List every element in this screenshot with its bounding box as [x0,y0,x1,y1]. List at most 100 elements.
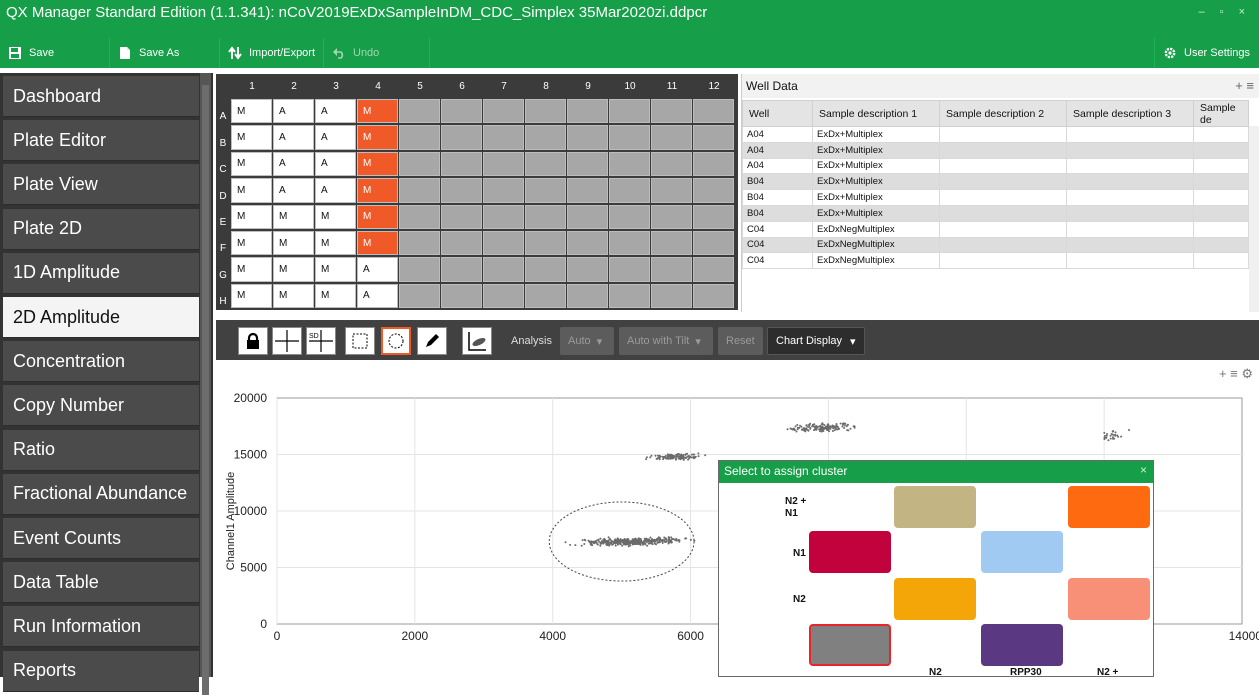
plate-well[interactable] [441,204,482,229]
plate-well[interactable]: A [357,283,398,309]
plate-row-header[interactable]: F [216,230,230,256]
plate-well[interactable] [609,125,650,150]
nav-item-2d-amplitude[interactable]: 2D Amplitude [3,297,199,338]
close-icon[interactable]: × [1140,463,1147,477]
plate-well[interactable] [483,151,524,177]
nav-item-1d-amplitude[interactable]: 1D Amplitude [3,252,199,294]
plate-row-header[interactable]: H [216,283,230,309]
plate-well[interactable]: M [273,257,314,282]
plate-well[interactable]: M [315,283,356,309]
chart-display-button[interactable]: Chart Display ▾ [767,327,865,355]
plate-well[interactable] [651,125,692,150]
table-row[interactable]: A04 ExDx+Multiplex [742,126,1249,143]
plate-col-header[interactable]: 5 [399,74,441,98]
nav-item-plate-editor[interactable]: Plate Editor [3,120,199,162]
plate-well[interactable] [525,257,566,282]
plate-well[interactable] [441,125,482,150]
plate-well[interactable]: M [231,99,272,124]
rectangle-tool[interactable] [345,327,375,355]
plate-well[interactable] [441,231,482,256]
table-row[interactable]: B04 ExDx+Multiplex [742,204,1249,222]
table-row[interactable]: A04 ExDx+Multiplex [742,141,1249,159]
plate-well[interactable]: M [231,125,272,150]
plate-well[interactable]: M [273,231,314,256]
plate-well[interactable]: M [357,151,398,177]
col-header-sample-de[interactable]: Sample de [1193,100,1249,127]
plate-well[interactable]: M [231,231,272,256]
plate-well[interactable]: M [273,204,314,229]
threshold-tool[interactable] [462,327,492,355]
plate-well[interactable] [441,178,482,203]
plate-well[interactable] [441,151,482,177]
well-data-vscroll[interactable] [1249,126,1259,312]
plate-well[interactable] [651,99,692,124]
nav-item-dashboard[interactable]: Dashboard [3,76,199,117]
plate-well[interactable] [567,204,608,229]
user-settings-button[interactable]: User Settings [1154,38,1259,68]
plate-well[interactable] [567,257,608,282]
plate-well[interactable]: M [315,257,356,282]
cluster-color-swatch[interactable] [809,531,891,573]
plate-well[interactable]: M [231,204,272,229]
plate-well[interactable] [399,125,440,150]
save-as-button[interactable]: Save As [110,38,220,68]
plate-row-header[interactable]: B [216,124,230,150]
plate-well[interactable]: A [315,178,356,203]
plate-well[interactable] [693,125,734,150]
plate-well[interactable] [567,125,608,150]
lasso-tool[interactable] [417,327,447,355]
plate-well[interactable]: A [273,178,314,203]
plate-well[interactable] [693,99,734,124]
plate-well[interactable] [525,125,566,150]
plate-well[interactable] [483,231,524,256]
sd-quadrant-tool[interactable]: SD [306,327,336,355]
plate-well[interactable] [441,283,482,309]
nav-item-plate-2d[interactable]: Plate 2D [3,208,199,250]
nav-item-event-counts[interactable]: Event Counts [3,518,199,559]
nav-item-plate-view[interactable]: Plate View [3,164,199,206]
reset-button[interactable]: Reset [718,327,763,355]
plate-well[interactable] [567,231,608,256]
plate-col-header[interactable]: 3 [315,74,357,98]
plate-well[interactable]: M [273,283,314,309]
nav-item-fractional-abundance[interactable]: Fractional Abundance [3,473,199,515]
table-row[interactable]: A04 ExDx+Multiplex [742,157,1249,175]
plate-well[interactable] [399,151,440,177]
plate-well[interactable] [483,283,524,309]
plate-well[interactable]: M [357,178,398,203]
col-header-sample-description-2[interactable]: Sample description 2 [939,100,1067,127]
plate-well[interactable]: M [357,99,398,124]
table-row[interactable]: B04 ExDx+Multiplex [742,173,1249,191]
plate-well[interactable] [567,178,608,203]
table-row[interactable]: C04 ExDxNegMultiplex [742,252,1249,270]
plate-col-header[interactable]: 1 [231,74,273,98]
plate-well[interactable]: A [315,99,356,124]
save-button[interactable]: Save [0,38,110,68]
plate-well[interactable] [483,99,524,124]
plate-well[interactable]: M [315,204,356,229]
col-header-sample-description-1[interactable]: Sample description 1 [812,100,940,127]
plate-row-header[interactable]: C [216,151,230,177]
ellipse-tool[interactable] [381,327,411,355]
plate-well[interactable] [525,283,566,309]
plate-col-header[interactable]: 11 [651,74,693,98]
table-row[interactable]: B04 ExDx+Multiplex [742,189,1249,206]
window-controls[interactable]: – ▫ × [1198,6,1251,18]
plate-well[interactable] [651,151,692,177]
plate-well[interactable] [483,204,524,229]
plate-well[interactable]: A [315,125,356,150]
plate-well[interactable]: A [273,125,314,150]
nav-item-reports[interactable]: Reports [3,650,199,692]
plate-col-header[interactable]: 2 [273,74,315,98]
cluster-color-swatch[interactable] [894,486,976,528]
plate-well[interactable] [525,99,566,124]
plate-col-header[interactable]: 6 [441,74,483,98]
plate-col-header[interactable]: 9 [567,74,609,98]
plate-well[interactable] [651,231,692,256]
chart-options-icon[interactable]: + ≡ ⚙ [1219,366,1253,382]
plate-row-header[interactable]: D [216,177,230,203]
cluster-color-swatch[interactable] [809,624,891,666]
plate-well[interactable] [525,178,566,203]
plate-well[interactable] [441,257,482,282]
panel-menu-icon[interactable]: + ≡ [1235,78,1254,93]
